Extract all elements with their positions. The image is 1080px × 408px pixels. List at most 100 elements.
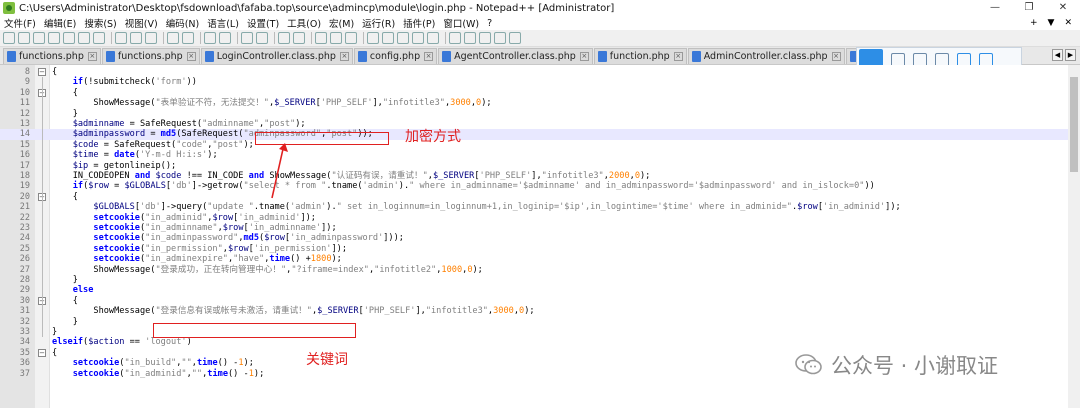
toolbar-separator: [311, 32, 312, 44]
tab-scroll-right-button[interactable]: ▶: [1065, 49, 1076, 61]
minimize-button[interactable]: —: [978, 0, 1012, 16]
menu-settings[interactable]: 设置(T): [243, 16, 283, 30]
tab-file[interactable]: LoginController.class.php ×: [200, 48, 353, 64]
menu-plugins[interactable]: 插件(P): [399, 16, 439, 30]
word-wrap-icon[interactable]: [315, 32, 327, 44]
new-tab-button[interactable]: +: [1030, 16, 1038, 30]
tab-scroll-left-button[interactable]: ◀: [1052, 49, 1063, 61]
tab-label: LoginController.class.php: [216, 51, 336, 62]
menu-file[interactable]: 文件(F): [0, 16, 40, 30]
vertical-scrollbar[interactable]: [1068, 65, 1080, 408]
menu-encoding[interactable]: 编码(N): [162, 16, 204, 30]
menu-view[interactable]: 视图(V): [121, 16, 162, 30]
code-line[interactable]: 22 setcookie("in_adminid",$row['in_admin…: [0, 213, 1068, 223]
tab-file[interactable]: AgentController.class.php ×: [438, 48, 593, 64]
code-line[interactable]: 30 {: [0, 296, 1068, 306]
code-line[interactable]: 13 $adminname = SafeRequest("adminname",…: [0, 119, 1068, 129]
code-line[interactable]: 14 $adminpassword = md5(SafeRequest("adm…: [0, 129, 1068, 140]
indent-guide-icon[interactable]: [345, 32, 357, 44]
tab-close-icon[interactable]: ×: [424, 52, 434, 61]
close-icon[interactable]: [63, 32, 75, 44]
paste-icon[interactable]: [145, 32, 157, 44]
code-line[interactable]: 34 elseif($action == 'logout'): [0, 337, 1068, 347]
menu-edit[interactable]: 编辑(E): [40, 16, 80, 30]
func-list-icon[interactable]: [397, 32, 409, 44]
folder-icon[interactable]: [412, 32, 424, 44]
scrollbar-thumb[interactable]: [1070, 77, 1078, 172]
tab-close-icon[interactable]: ×: [673, 52, 683, 61]
doc-map-icon[interactable]: [382, 32, 394, 44]
code-line[interactable]: 28 }: [0, 275, 1068, 285]
find-icon[interactable]: [204, 32, 216, 44]
monitor-icon[interactable]: [427, 32, 439, 44]
menu-tools[interactable]: 工具(O): [283, 16, 325, 30]
tab-list-button[interactable]: ▼: [1048, 16, 1055, 30]
code-line[interactable]: 15 $code = SafeRequest("code","post");: [0, 140, 1068, 150]
tab-close-icon[interactable]: ×: [339, 52, 349, 61]
code-line[interactable]: 12 }: [0, 109, 1068, 119]
code-line[interactable]: 29 else: [0, 285, 1068, 295]
save-all-icon[interactable]: [48, 32, 60, 44]
play-icon[interactable]: [479, 32, 491, 44]
toolbar-separator: [363, 32, 364, 44]
close-all-icon[interactable]: [78, 32, 90, 44]
code-text: setcookie("in_adminpassword",md5($row['i…: [93, 233, 404, 244]
code-line[interactable]: 27 ShowMessage("登录成功，正在转向管理中心！","?iframe…: [0, 265, 1068, 275]
code-line[interactable]: 20 {: [0, 192, 1068, 202]
close-doc-button[interactable]: ✕: [1064, 16, 1072, 30]
menu-macro[interactable]: 宏(M): [325, 16, 358, 30]
play-multi-icon[interactable]: [494, 32, 506, 44]
close-button[interactable]: ✕: [1046, 0, 1080, 16]
menu-window[interactable]: 窗口(W): [439, 16, 483, 30]
menu-search[interactable]: 搜索(S): [80, 16, 120, 30]
fold-toggle-icon[interactable]: −: [38, 68, 46, 76]
cut-icon[interactable]: [115, 32, 127, 44]
tab-file[interactable]: function.php ×: [593, 48, 687, 64]
zoom-out-icon[interactable]: [256, 32, 268, 44]
save-macro-icon[interactable]: [509, 32, 521, 44]
code-line[interactable]: 23 setcookie("in_adminname",$row['in_adm…: [0, 223, 1068, 233]
zoom-in-icon[interactable]: [241, 32, 253, 44]
tab-close-icon[interactable]: ×: [579, 52, 589, 61]
code-line[interactable]: 16 $time = date('Y-m-d H:i:s');: [0, 150, 1068, 160]
record-icon[interactable]: [449, 32, 461, 44]
code-line[interactable]: 9 if(!submitcheck('form')): [0, 77, 1068, 87]
save-icon[interactable]: [33, 32, 45, 44]
code-line[interactable]: 25 setcookie("in_permission",$row['in_pe…: [0, 244, 1068, 254]
fold-toggle-icon[interactable]: −: [38, 348, 46, 357]
new-file-icon[interactable]: [3, 32, 15, 44]
stop-icon[interactable]: [464, 32, 476, 44]
replace-icon[interactable]: [219, 32, 231, 44]
menu-run[interactable]: 运行(R): [358, 16, 399, 30]
open-file-icon[interactable]: [18, 32, 30, 44]
tab-file[interactable]: config.php ×: [353, 48, 438, 64]
print-icon[interactable]: [93, 32, 105, 44]
lang-icon[interactable]: [367, 32, 379, 44]
code-line[interactable]: 10 {: [0, 88, 1068, 98]
all-chars-icon[interactable]: [330, 32, 342, 44]
code-line[interactable]: 26 setcookie("in_adminexpire","have",tim…: [0, 254, 1068, 264]
code-line[interactable]: 17 $ip = getonlineip();: [0, 161, 1068, 171]
code-line[interactable]: 19 if($row = $GLOBALS['db']->getrow("sel…: [0, 181, 1068, 191]
code-line[interactable]: 11 ShowMessage("表单验证不符，无法提交！",$_SERVER['…: [0, 98, 1068, 108]
code-line[interactable]: 31 ShowMessage("登录信息有误或帐号未激活，请重试！",$_SER…: [0, 306, 1068, 316]
tab-file[interactable]: AdminController.class.php ×: [687, 48, 845, 64]
maximize-button[interactable]: ❐: [1012, 0, 1046, 16]
tab-close-icon[interactable]: ×: [87, 52, 97, 61]
tab-close-icon[interactable]: ×: [186, 52, 196, 61]
code-text: {: [52, 87, 78, 98]
code-line[interactable]: 8{: [0, 67, 1068, 77]
tab-file[interactable]: functions.php ×: [3, 48, 101, 64]
menu-help[interactable]: ?: [483, 18, 496, 29]
sync-h-icon[interactable]: [293, 32, 305, 44]
code-line[interactable]: 24 setcookie("in_adminpassword",md5($row…: [0, 233, 1068, 243]
sync-v-icon[interactable]: [278, 32, 290, 44]
code-line[interactable]: 21 $GLOBALS['db']->query("update ".tname…: [0, 202, 1068, 212]
tab-file[interactable]: functions.php ×: [101, 48, 200, 64]
tab-close-icon[interactable]: ×: [831, 52, 841, 61]
redo-icon[interactable]: [182, 32, 194, 44]
menu-language[interactable]: 语言(L): [203, 16, 243, 30]
copy-icon[interactable]: [130, 32, 142, 44]
code-line[interactable]: 18 IN_CODEOPEN and $code !== IN_CODE and…: [0, 171, 1068, 181]
undo-icon[interactable]: [167, 32, 179, 44]
